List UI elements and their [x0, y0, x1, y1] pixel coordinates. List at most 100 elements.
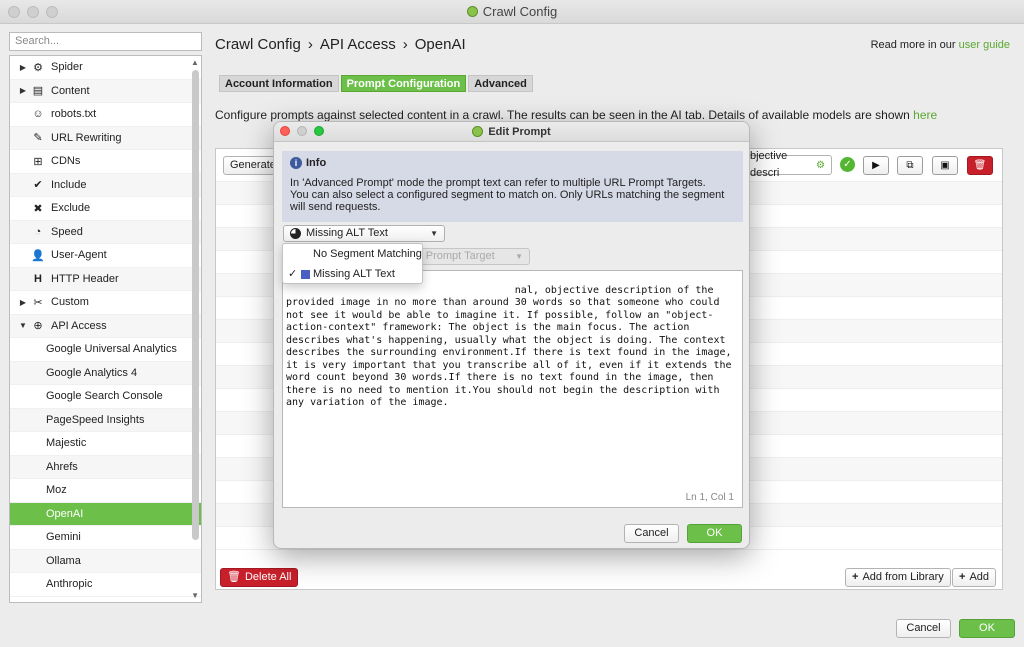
sidebar-scrollbar[interactable]: ▲ — [190, 58, 200, 598]
info-box: i Info In 'Advanced Prompt' mode the pro… — [282, 151, 743, 222]
sidebar-item-custom[interactable]: ▶ ✂ Custom — [10, 291, 201, 315]
sidebar-item-content[interactable]: ▶ ▤ Content — [10, 79, 201, 103]
sidebar-item-ahrefs[interactable]: Ahrefs — [10, 455, 201, 479]
run-button[interactable]: ▶ — [863, 156, 889, 175]
gear-icon: ⚙ — [33, 61, 43, 74]
delete-button[interactable]: 🗑 — [967, 156, 993, 175]
sidebar-item-majestic[interactable]: Majestic — [10, 432, 201, 456]
info-heading: i Info — [290, 157, 735, 169]
window-titlebar: Crawl Config — [0, 0, 1024, 24]
save-button[interactable]: ▣ — [932, 156, 958, 175]
play-icon: ▶ — [872, 160, 880, 171]
sidebar-item-google-analytics-4[interactable]: Google Analytics 4 — [10, 361, 201, 385]
expand-arrow-icon[interactable]: ▶ — [15, 86, 31, 95]
prompt-textarea[interactable]: nal, objective description of the provid… — [282, 270, 743, 508]
copy-icon: ⧉ — [906, 160, 914, 171]
window-controls — [8, 6, 58, 18]
read-more-text: Read more in our user guide — [870, 39, 1010, 51]
prompt-target-select[interactable]: rt Prompt Target ▼ — [409, 248, 530, 265]
zoom-window-button[interactable] — [46, 6, 58, 18]
menu-item-missing-alt-text[interactable]: ✓ Missing ALT Text — [283, 264, 422, 284]
dialog-window-controls — [280, 126, 324, 136]
sidebar: ▶ ⚙ Spider ▶ ▤ Content ☺ robots.txt ✎ UR… — [9, 55, 202, 603]
plus-icon: + — [959, 571, 966, 583]
network-icon: ⊞ — [33, 155, 43, 168]
sidebar-item-include[interactable]: ✔ Include — [10, 173, 201, 197]
search-input[interactable]: Search... — [9, 32, 202, 51]
generate-select[interactable]: Generate — [223, 156, 276, 175]
edit-icon: ✎ — [33, 132, 43, 145]
ok-button[interactable]: OK — [959, 619, 1015, 638]
sidebar-item-moz[interactable]: Moz — [10, 479, 201, 503]
tab-advanced[interactable]: Advanced — [468, 75, 533, 92]
h-icon: H — [34, 272, 42, 285]
plus-icon: + — [852, 571, 859, 583]
breadcrumb: Crawl Config › API Access › OpenAI — [215, 36, 466, 53]
minimize-dialog-button[interactable] — [297, 126, 307, 136]
info-icon: i — [290, 157, 302, 169]
sidebar-item-ollama[interactable]: Ollama — [10, 549, 201, 573]
models-link[interactable]: here — [913, 108, 937, 122]
expand-arrow-icon[interactable]: ▶ — [15, 63, 31, 72]
sidebar-item-gemini[interactable]: Gemini — [10, 526, 201, 550]
duplicate-button[interactable]: ⧉ — [897, 156, 923, 175]
tools-icon: ✂ — [33, 296, 43, 309]
save-icon: ▣ — [940, 160, 950, 171]
menu-item-no-segment[interactable]: No Segment Matching — [283, 244, 422, 264]
globe-icon: ⊕ — [33, 320, 43, 333]
description-text: Configure prompts against selected conte… — [215, 108, 938, 122]
sidebar-item-exclude[interactable]: ✖ Exclude — [10, 197, 201, 221]
segment-dropdown-menu: No Segment Matching ✓ Missing ALT Text — [282, 243, 423, 284]
user-guide-link[interactable]: user guide — [959, 39, 1010, 51]
cursor-position: Ln 1, Col 1 — [685, 491, 734, 503]
scroll-up-icon[interactable]: ▲ — [190, 58, 200, 68]
trash-icon: 🗑 — [227, 571, 241, 583]
chevron-down-icon: ▼ — [515, 252, 523, 261]
dialog-cancel-button[interactable]: Cancel — [624, 524, 679, 543]
status-ok-icon: ✓ — [840, 157, 855, 172]
prompt-preview-field[interactable]: bjective descri ⚙ — [743, 150, 832, 179]
sidebar-item-http-header[interactable]: H HTTP Header — [10, 267, 201, 291]
info-line-2: You can also select a configured segment… — [290, 189, 725, 213]
cancel-button[interactable]: Cancel — [896, 619, 951, 638]
trash-icon: 🗑 — [973, 160, 987, 171]
settings-gear-icon[interactable]: ⚙ — [816, 157, 825, 174]
chevron-down-icon: ▼ — [430, 229, 438, 238]
tab-account-information[interactable]: Account Information — [219, 75, 339, 92]
segment-select[interactable]: Missing ALT Text ▼ — [283, 225, 445, 242]
sidebar-item-anthropic[interactable]: Anthropic — [10, 573, 201, 597]
info-line-1: In 'Advanced Prompt' mode the prompt tex… — [290, 177, 706, 189]
zoom-dialog-button[interactable] — [314, 126, 324, 136]
tab-prompt-configuration[interactable]: Prompt Configuration — [340, 75, 467, 92]
minimize-window-button[interactable] — [27, 6, 39, 18]
sidebar-item-openai[interactable]: OpenAI — [10, 502, 201, 526]
collapse-arrow-icon[interactable]: ▼ — [15, 321, 31, 330]
sidebar-item-robots[interactable]: ☺ robots.txt — [10, 103, 201, 127]
scrollbar-thumb[interactable] — [191, 70, 199, 540]
add-from-library-button[interactable]: + Add from Library — [845, 568, 951, 587]
dialog-ok-button[interactable]: OK — [687, 524, 742, 543]
add-button[interactable]: + Add — [952, 568, 997, 587]
app-logo-icon — [472, 126, 484, 137]
scroll-down-icon[interactable]: ▼ — [191, 591, 199, 600]
delete-all-button[interactable]: 🗑 Delete All — [220, 568, 299, 587]
user-agent-icon: 👤 — [31, 249, 45, 262]
sidebar-item-api-access[interactable]: ▼ ⊕ API Access — [10, 314, 201, 338]
sidebar-item-url-rewriting[interactable]: ✎ URL Rewriting — [10, 126, 201, 150]
tab-bar: Account Information Prompt Configuration… — [219, 75, 533, 92]
close-dialog-button[interactable] — [280, 126, 290, 136]
check-circle-icon: ✔ — [33, 179, 43, 192]
sidebar-item-spider[interactable]: ▶ ⚙ Spider — [10, 56, 201, 80]
sidebar-item-google-universal-analytics[interactable]: Google Universal Analytics — [10, 338, 201, 362]
sidebar-item-google-search-console[interactable]: Google Search Console — [10, 385, 201, 409]
expand-arrow-icon[interactable]: ▶ — [15, 298, 31, 307]
edit-prompt-dialog: Edit Prompt i Info In 'Advanced Prompt' … — [273, 121, 750, 549]
dialog-titlebar: Edit Prompt — [274, 122, 749, 142]
segment-pie-icon — [290, 228, 301, 239]
sidebar-item-user-agent[interactable]: 👤 User-Agent — [10, 244, 201, 268]
sidebar-item-cdns[interactable]: ⊞ CDNs — [10, 150, 201, 174]
sidebar-item-speed[interactable]: ◔ Speed — [10, 220, 201, 244]
window-title: Crawl Config — [466, 4, 557, 19]
sidebar-item-pagespeed-insights[interactable]: PageSpeed Insights — [10, 408, 201, 432]
close-window-button[interactable] — [8, 6, 20, 18]
